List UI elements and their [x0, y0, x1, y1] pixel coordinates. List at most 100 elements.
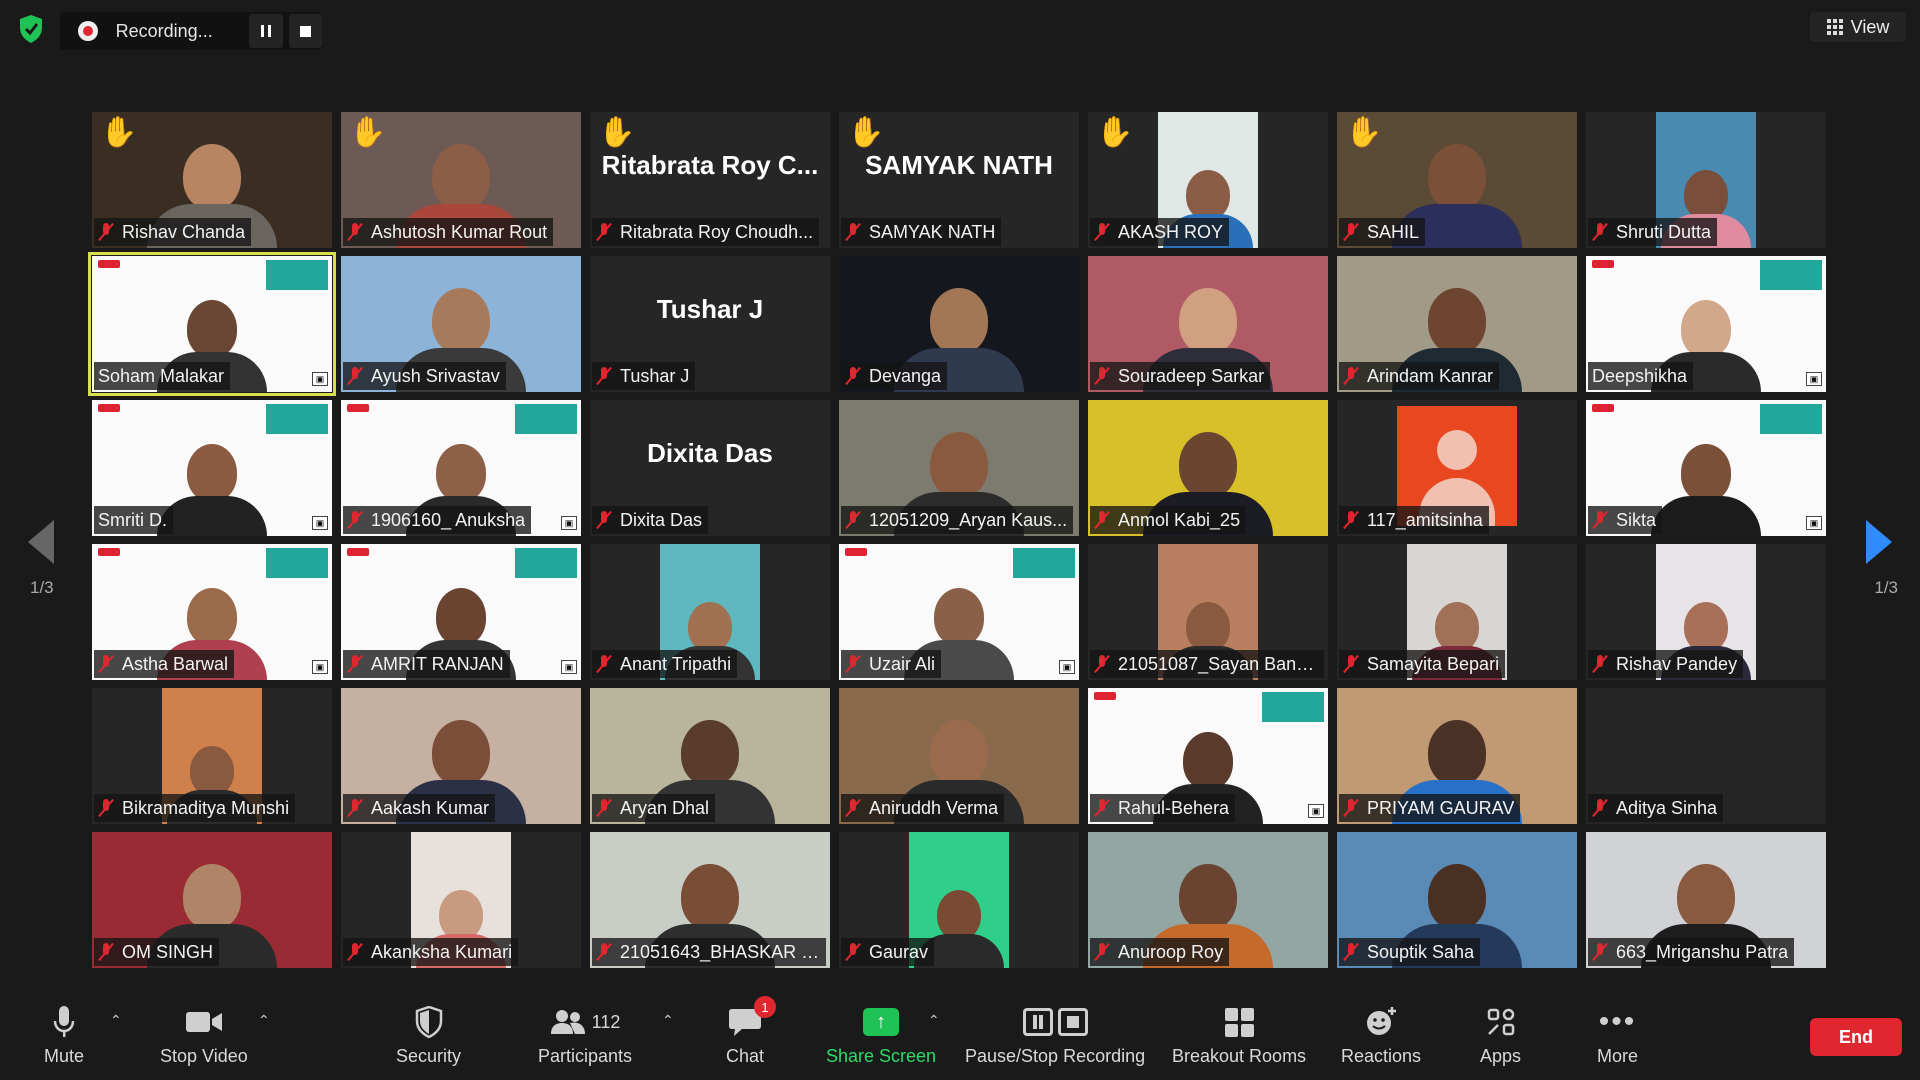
participant-tile[interactable]: ▣ Astha Barwal: [92, 544, 332, 680]
participant-tile[interactable]: Tushar J Tushar J: [590, 256, 830, 392]
participant-tile[interactable]: ▣ Rahul-Behera: [1088, 688, 1328, 824]
participant-tile[interactable]: Ritabrata Roy C... ✋ Ritabrata Roy Choudh.…: [590, 112, 830, 248]
participant-tile[interactable]: Bikramaditya Munshi: [92, 688, 332, 824]
participant-name-label: Aryan Dhal: [592, 794, 716, 822]
pause-recording-button[interactable]: [249, 14, 283, 48]
participant-tile[interactable]: ▣ Soham Malakar: [88, 252, 336, 396]
apps-button[interactable]: Apps: [1480, 1002, 1521, 1067]
participant-tile[interactable]: Samayita Bepari: [1337, 544, 1577, 680]
participant-name-label: 21051643_BHASKAR M...: [592, 938, 826, 966]
participant-tile[interactable]: Anuroop Roy: [1088, 832, 1328, 968]
share-screen-button[interactable]: ↑ Share Screen: [826, 1002, 936, 1067]
participant-tile[interactable]: Aryan Dhal: [590, 688, 830, 824]
end-meeting-button[interactable]: End: [1810, 1018, 1902, 1056]
participant-tile[interactable]: PRIYAM GAURAV: [1337, 688, 1577, 824]
video-options-chevron-up-icon[interactable]: ⌃: [258, 1012, 270, 1029]
muted-microphone-icon: [1343, 366, 1359, 386]
reactions-button[interactable]: Reactions: [1341, 1002, 1421, 1067]
participant-name: Anuroop Roy: [1118, 941, 1224, 962]
participant-tile[interactable]: 21051643_BHASKAR M...: [590, 832, 830, 968]
participant-tile[interactable]: OM SINGH: [92, 832, 332, 968]
participant-tile[interactable]: ▣ Deepshikha: [1586, 256, 1826, 392]
participant-tile[interactable]: Souradeep Sarkar: [1088, 256, 1328, 392]
participant-name: Rishav Pandey: [1616, 653, 1738, 674]
screen-share-badge-icon: ▣: [561, 516, 577, 530]
participant-name: AMRIT RANJAN: [371, 653, 504, 674]
participant-tile[interactable]: ▣ 1906160_ Anuksha: [341, 400, 581, 536]
participant-name-label: 1906160_ Anuksha: [343, 506, 532, 534]
participant-tile[interactable]: Devanga: [839, 256, 1079, 392]
chat-button[interactable]: 1 Chat: [726, 996, 777, 1067]
participant-tile[interactable]: Rishav Pandey: [1586, 544, 1826, 680]
participant-name: Smriti D.: [98, 509, 167, 530]
participant-tile[interactable]: SAMYAK NATH ✋ SAMYAK NATH: [839, 112, 1079, 248]
participant-tile[interactable]: Gaurav: [839, 832, 1079, 968]
participant-name-label: Ashutosh Kumar Rout: [343, 218, 554, 246]
participant-tile[interactable]: ✋ Ashutosh Kumar Rout: [341, 112, 581, 248]
participant-name-label: Anuroop Roy: [1090, 938, 1230, 966]
participant-name-label: Anant Tripathi: [592, 650, 738, 678]
participant-tile[interactable]: Aakash Kumar: [341, 688, 581, 824]
audio-options-chevron-up-icon[interactable]: ⌃: [110, 1012, 122, 1029]
muted-microphone-icon: [1094, 942, 1110, 962]
security-button[interactable]: Security: [396, 1002, 461, 1067]
stop-recording-button[interactable]: [288, 14, 322, 48]
participant-tile[interactable]: ▣ AMRIT RANJAN: [341, 544, 581, 680]
chat-label: Chat: [726, 1046, 765, 1066]
apps-icon: [1487, 1002, 1515, 1042]
muted-microphone-icon: [347, 654, 363, 674]
participant-tile[interactable]: ▣ Smriti D.: [92, 400, 332, 536]
next-page-arrow-icon[interactable]: [1866, 520, 1892, 564]
participant-tile[interactable]: Anant Tripathi: [590, 544, 830, 680]
participant-tile[interactable]: ✋ SAHIL: [1337, 112, 1577, 248]
participant-tile[interactable]: Anmol Kabi_25: [1088, 400, 1328, 536]
participant-tile[interactable]: 21051087_Sayan Bane...: [1088, 544, 1328, 680]
participant-tile[interactable]: Ayush Srivastav: [341, 256, 581, 392]
share-options-chevron-up-icon[interactable]: ⌃: [928, 1012, 940, 1029]
muted-microphone-icon: [845, 510, 861, 530]
participant-name-label: Gaurav: [841, 938, 935, 966]
participants-button[interactable]: 112 Participants: [538, 1002, 632, 1067]
participant-name: 663_Mriganshu Patra: [1616, 941, 1789, 962]
pause-stop-recording-icon: [1022, 1008, 1088, 1036]
participants-options-chevron-up-icon[interactable]: ⌃: [662, 1012, 674, 1029]
view-button[interactable]: View: [1810, 12, 1906, 42]
participant-name: 1906160_ Anuksha: [371, 509, 526, 530]
stop-video-button[interactable]: Stop Video: [160, 1002, 248, 1067]
pause-stop-recording-button[interactable]: Pause/Stop Recording: [965, 1002, 1145, 1067]
participant-tile[interactable]: Aditya Sinha: [1586, 688, 1826, 824]
participant-name: Shruti Dutta: [1616, 221, 1712, 242]
participant-name: Samayita Bepari: [1367, 653, 1500, 674]
muted-microphone-icon: [596, 222, 612, 242]
participant-tile[interactable]: 117_amitsinha: [1337, 400, 1577, 536]
participant-tile[interactable]: Arindam Kanrar: [1337, 256, 1577, 392]
muted-microphone-icon: [98, 942, 114, 962]
raised-hand-icon: ✋: [349, 116, 387, 149]
previous-page-arrow-icon[interactable]: [28, 520, 54, 564]
participant-name-label: Souradeep Sarkar: [1090, 362, 1271, 390]
encryption-shield-icon[interactable]: [18, 14, 44, 44]
participant-tile[interactable]: Aniruddh Verma: [839, 688, 1079, 824]
participant-name: Sikta: [1616, 509, 1657, 530]
participant-name-label: Soham Malakar: [94, 362, 231, 390]
participant-tile[interactable]: Akanksha Kumari: [341, 832, 581, 968]
muted-microphone-icon: [1094, 510, 1110, 530]
participant-tile[interactable]: ✋ Rishav Chanda: [92, 112, 332, 248]
participant-tile[interactable]: ✋ AKASH ROY: [1088, 112, 1328, 248]
more-button[interactable]: ••• More: [1597, 1002, 1638, 1067]
participant-name: Tushar J: [620, 365, 690, 386]
participant-name: Dixita Das: [620, 509, 703, 530]
participant-tile[interactable]: ▣ Uzair Ali: [839, 544, 1079, 680]
breakout-rooms-button[interactable]: Breakout Rooms: [1172, 1002, 1306, 1067]
muted-microphone-icon: [347, 942, 363, 962]
muted-microphone-icon: [347, 366, 363, 386]
participant-tile[interactable]: ▣ Sikta: [1586, 400, 1826, 536]
participant-tile[interactable]: 663_Mriganshu Patra: [1586, 832, 1826, 968]
mute-button[interactable]: Mute: [44, 1002, 84, 1067]
participant-tile[interactable]: 12051209_Aryan Kaus...: [839, 400, 1079, 536]
muted-microphone-icon: [1592, 798, 1608, 818]
participant-tile[interactable]: Dixita Das Dixita Das: [590, 400, 830, 536]
participant-tile[interactable]: Souptik Saha: [1337, 832, 1577, 968]
participant-tile[interactable]: Shruti Dutta: [1586, 112, 1826, 248]
chat-bubble-icon: 1: [728, 996, 777, 1042]
